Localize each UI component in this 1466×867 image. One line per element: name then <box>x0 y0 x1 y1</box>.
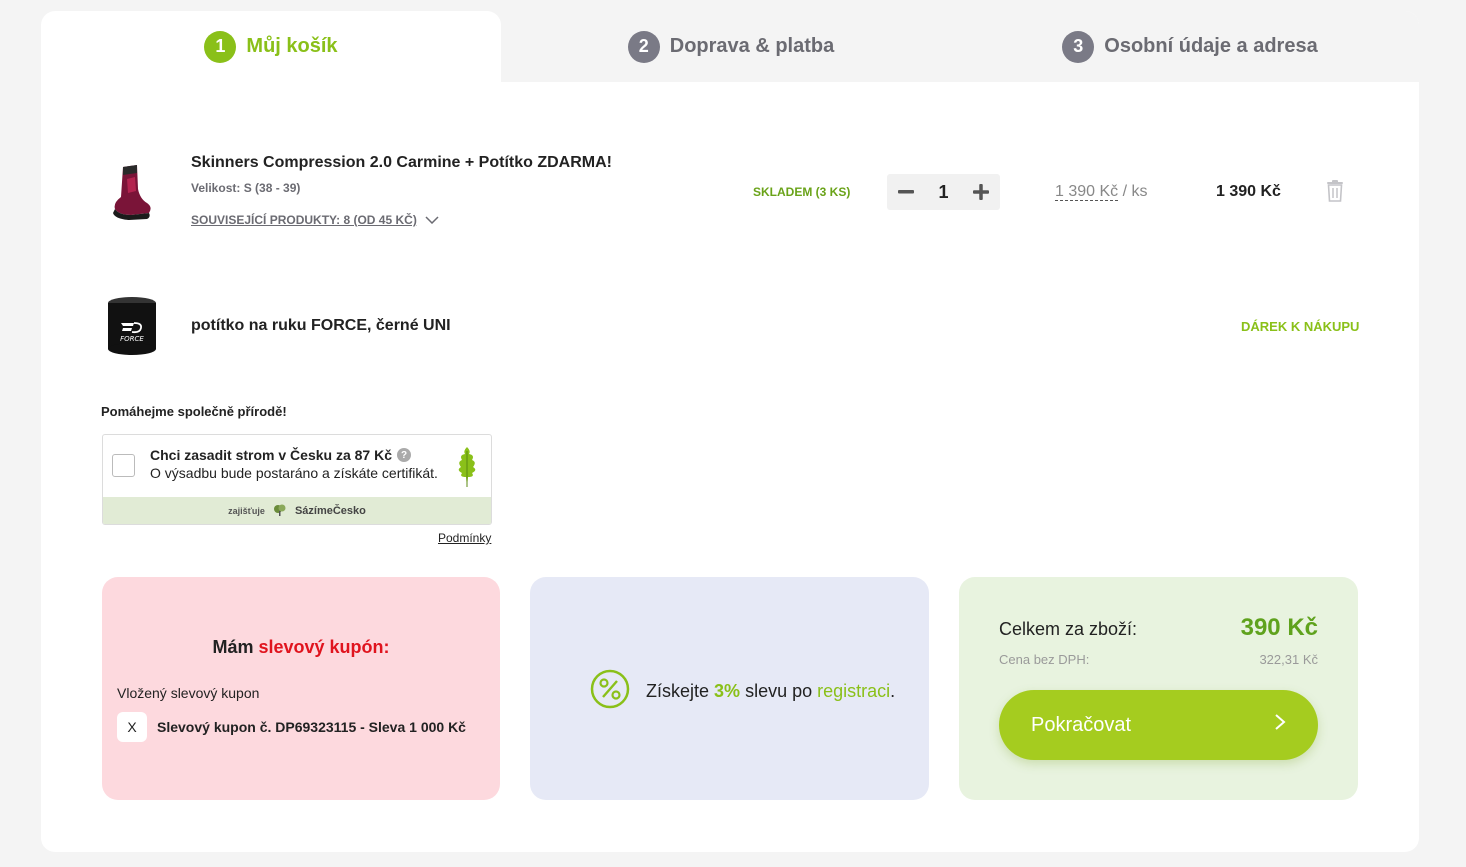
coupon-heading-highlight: slevový kupón: <box>258 637 390 657</box>
plant-tree-box: Chci zasadit strom v Česku za 87 Kč ? O … <box>102 434 492 525</box>
line-total: 1 390 Kč <box>1216 183 1281 200</box>
coupon-value: Slevový kupon č. DP69323115 - Sleva 1 00… <box>157 719 466 735</box>
quantity-stepper: 1 <box>887 174 1000 210</box>
minus-icon <box>898 190 914 194</box>
eco-footer-prefix: zajišťuje <box>228 505 265 516</box>
checkout-steps: 1 Můj košík 2 Doprava & platba 3 Osobní … <box>41 11 1419 82</box>
eco-footer-brand: SázímeČesko <box>294 504 366 517</box>
step-label: Doprava & platba <box>669 35 835 57</box>
registration-middle: slevu po <box>745 681 813 701</box>
step-number: 1 <box>204 30 237 63</box>
inserted-coupon-label: Vložený slevový kupon <box>117 685 260 701</box>
vat-label: Cena bez DPH: <box>999 652 1090 667</box>
step-label: Osobní údaje a adresa <box>1104 35 1318 57</box>
unit-price-value: 1 390 Kč <box>1055 183 1119 201</box>
eco-heading: Pomáhejme společně přírodě! <box>101 404 287 419</box>
tab-personal-info[interactable]: 3 Osobní údaje a adresa <box>961 11 1419 82</box>
vat-value: 322,31 Kč <box>1259 652 1318 667</box>
product-size: Velikost: S (38 - 39) <box>191 181 301 195</box>
continue-button[interactable]: Pokračovat <box>999 690 1318 760</box>
related-products-label: SOUVISEJÍCÍ PRODUKTY: 8 (OD 45 KČ) <box>191 213 417 227</box>
registration-discount-panel: Získejte 3% slevu po registraci. <box>530 577 929 800</box>
related-products-toggle[interactable]: SOUVISEJÍCÍ PRODUKTY: 8 (OD 45 KČ) <box>191 213 439 227</box>
coupon-panel: Mám slevový kupón: Vložený slevový kupon… <box>102 577 500 800</box>
registration-offer: Získejte 3% slevu po registraci. <box>590 669 895 714</box>
remove-coupon-button[interactable]: X <box>117 712 147 742</box>
quantity-value[interactable]: 1 <box>938 182 948 203</box>
plant-tree-title-text: Chci zasadit strom v Česku za 87 Kč <box>150 447 392 463</box>
eco-footer: zajišťuje SázímeČesko <box>103 497 491 524</box>
unit-price: 1 390 Kč / ks <box>1055 183 1148 201</box>
total-value: 390 Kč <box>1240 614 1318 641</box>
cart-card: 1 Můj košík 2 Doprava & platba 3 Osobní … <box>41 11 1419 852</box>
registration-text: Získejte 3% slevu po registraci. <box>646 681 895 702</box>
plant-tree-title: Chci zasadit strom v Česku za 87 Kč ? <box>150 447 411 463</box>
continue-label: Pokračovat <box>1031 713 1132 736</box>
trash-icon <box>1327 180 1343 202</box>
oak-leaf-icon <box>455 445 479 494</box>
unit-price-suffix: / ks <box>1122 183 1148 200</box>
help-icon[interactable]: ? <box>397 448 411 462</box>
increase-button[interactable] <box>970 181 992 203</box>
product-title[interactable]: Skinners Compression 2.0 Carmine + Potít… <box>191 154 612 172</box>
chevron-down-icon <box>425 213 439 227</box>
product-image[interactable] <box>101 159 161 225</box>
plant-tree-description: O výsadbu bude postaráno a získáte certi… <box>150 465 438 481</box>
plant-tree-checkbox[interactable] <box>112 454 135 477</box>
gift-image[interactable]: FORCE <box>104 295 160 357</box>
percent-icon <box>590 669 630 714</box>
stock-status: SKLADEM (3 KS) <box>753 185 851 199</box>
registration-prefix: Získejte <box>646 681 710 701</box>
gift-title[interactable]: potítko na ruku FORCE, černé UNI <box>191 317 451 335</box>
decrease-button[interactable] <box>895 181 917 203</box>
registration-percent: 3% <box>714 681 741 701</box>
gift-label: DÁREK K NÁKUPU <box>1241 319 1360 334</box>
step-number: 2 <box>627 30 660 63</box>
gift-logo-text: FORCE <box>120 335 144 343</box>
registration-link[interactable]: registraci <box>817 681 890 701</box>
registration-suffix: . <box>890 681 896 701</box>
tree-logo-icon <box>273 504 287 518</box>
step-label: Můj košík <box>246 35 338 57</box>
tab-my-cart[interactable]: 1 Můj košík <box>41 11 501 82</box>
plus-icon <box>972 184 989 200</box>
coupon-heading-prefix: Mám <box>212 637 254 657</box>
summary-panel: Celkem za zboží: 390 Kč Cena bez DPH: 32… <box>959 577 1358 800</box>
tab-shipping-payment[interactable]: 2 Doprava & platba <box>501 11 961 82</box>
chevron-right-icon <box>1274 713 1286 737</box>
terms-link[interactable]: Podmínky <box>438 531 491 545</box>
delete-item-button[interactable] <box>1326 180 1344 207</box>
coupon-heading[interactable]: Mám slevový kupón: <box>102 637 500 658</box>
total-label: Celkem za zboží: <box>999 619 1138 639</box>
step-number: 3 <box>1062 30 1095 63</box>
